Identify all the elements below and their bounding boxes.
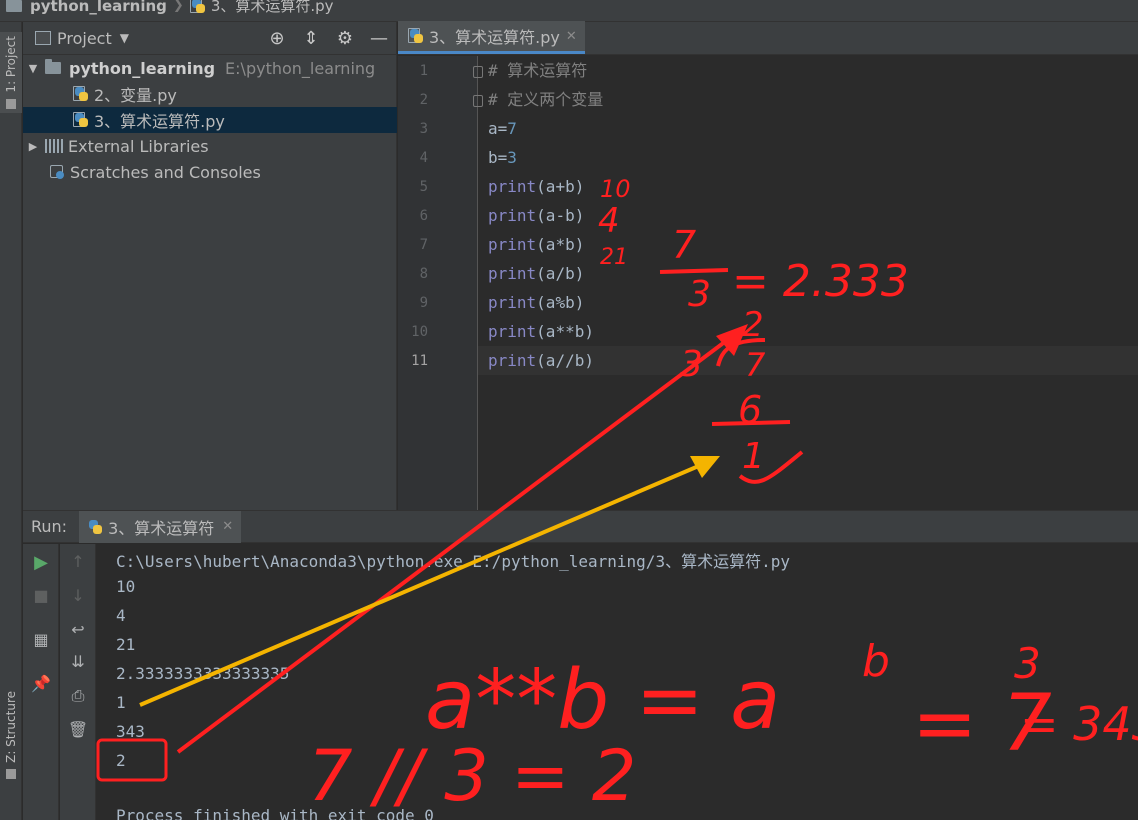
console-line: 1 (116, 693, 126, 712)
expand-right-icon[interactable]: ▶ (23, 140, 43, 153)
library-icon (45, 139, 63, 153)
code-line-11: print(a//b) (488, 351, 594, 370)
run-toolbar-secondary: ↑ ↓ ↩ ⇊ ⎙ 🗑 (60, 544, 96, 820)
trash-icon[interactable]: 🗑 (60, 720, 96, 739)
python-file-icon (73, 86, 89, 102)
editor-tab-suanshu[interactable]: 3、算术运算符.py ✕ (398, 21, 585, 54)
tree-file-suanshu[interactable]: 3、算术运算符.py (23, 107, 397, 133)
run-label: Run: (31, 517, 68, 536)
folder-icon (6, 0, 22, 12)
code-line-1: # 算术运算符 (488, 61, 588, 80)
hide-panel-icon[interactable]: — (370, 28, 388, 49)
soft-wrap-icon[interactable]: ↩ (60, 620, 96, 639)
console-exit-line: Process finished with exit code 0 (116, 806, 434, 820)
tree-external-libraries[interactable]: ▶ External Libraries (23, 133, 397, 159)
code-line-10: print(a**b) (488, 322, 594, 341)
tree-root[interactable]: ▼ python_learning E:\python_learning (23, 55, 397, 81)
line-number: 9 (419, 295, 428, 311)
structure-tool-icon (6, 768, 16, 779)
code-line-3: a=7 (488, 119, 517, 138)
console-line: 21 (116, 635, 136, 654)
collapse-all-icon[interactable]: ⇕ (302, 28, 320, 49)
scratches-icon (49, 164, 65, 180)
python-icon (87, 519, 103, 535)
arrow-down-icon[interactable]: ↓ (60, 586, 96, 605)
code-line-7: print(a*b) (488, 235, 585, 254)
code-line-9: print(a%b) (488, 293, 585, 312)
code-line-4: b=3 (488, 148, 517, 167)
line-number: 8 (419, 266, 428, 282)
code-line-6: print(a-b) (488, 206, 585, 225)
python-file-icon (408, 28, 424, 44)
line-number: 4 (419, 150, 428, 166)
fold-marker-icon[interactable] (473, 66, 483, 78)
line-number: 2 (419, 92, 428, 108)
print-icon[interactable]: ⎙ (60, 686, 96, 706)
console-command-line: C:\Users\hubert\Anaconda3\python.exe E:/… (116, 552, 790, 571)
code-line-8: print(a/b) (488, 264, 585, 283)
project-panel: Project ▼ ⊕ ⇕ ⚙ — ▼ python_learning E:\p… (23, 22, 397, 510)
code-line-2: # 定义两个变量 (488, 90, 604, 109)
run-tab[interactable]: 3、算术运算符 ✕ (79, 510, 242, 543)
stop-icon[interactable]: ■ (23, 586, 59, 605)
gear-icon[interactable]: ⚙ (336, 28, 354, 49)
close-icon[interactable]: ✕ (566, 29, 577, 44)
project-view-icon (35, 31, 51, 45)
rerun-icon[interactable]: ▶ (23, 552, 59, 573)
line-number: 7 (419, 237, 428, 253)
line-number: 3 (419, 121, 428, 137)
line-number-gutter: 1 2 3 4 5 6 7 8 9 10 11 (398, 56, 483, 510)
chevron-down-icon[interactable]: ▼ (120, 31, 129, 45)
layout-icon[interactable]: ▦ (23, 630, 59, 649)
breadcrumb-project[interactable]: python_learning (6, 0, 167, 15)
expand-down-icon[interactable]: ▼ (23, 62, 43, 75)
breadcrumb: python_learning ❯ 3、算术运算符.py (0, 0, 1138, 22)
console-line: 2 (116, 751, 126, 770)
editor-tab-bar: 3、算术运算符.py ✕ (398, 21, 1138, 55)
run-panel: Run: 3、算术运算符 ✕ ▶ ■ ▦ 📌 ↑ ↓ ↩ ⇊ ⎙ 🗑 C:\Us… (23, 510, 1138, 820)
tree-scratches[interactable]: Scratches and Consoles (23, 159, 397, 185)
chevron-right-icon: ❯ (172, 0, 184, 13)
tree-file-bianliang[interactable]: 2、变量.py (23, 81, 397, 107)
python-file-icon (189, 0, 206, 14)
folder-icon (45, 59, 61, 74)
python-file-icon (73, 112, 89, 128)
console-line: 10 (116, 577, 136, 596)
code-editor: 3、算术运算符.py ✕ 1 2 3 4 5 6 7 8 9 10 11 # 算… (398, 21, 1138, 510)
line-number: 10 (411, 324, 428, 340)
breadcrumb-file[interactable]: 3、算术运算符.py (189, 0, 334, 16)
line-number: 5 (419, 179, 428, 195)
locate-file-icon[interactable]: ⊕ (268, 28, 286, 49)
project-view-selector[interactable]: Project (57, 29, 112, 48)
arrow-up-icon[interactable]: ↑ (60, 552, 96, 571)
close-icon[interactable]: ✕ (222, 519, 233, 534)
console-line: 343 (116, 722, 145, 741)
line-number: 11 (411, 353, 428, 369)
console-line: 4 (116, 606, 126, 625)
project-tool-tab[interactable]: 1: Project (0, 32, 22, 113)
console-line: 2.3333333333333335 (116, 664, 290, 683)
project-panel-header: Project ▼ ⊕ ⇕ ⚙ — (23, 22, 396, 55)
structure-tool-tab[interactable]: Z: Structure (0, 687, 22, 783)
line-number: 6 (419, 208, 428, 224)
left-tool-strip: 1: Project Z: Structure (0, 22, 22, 820)
scroll-to-end-icon[interactable]: ⇊ (60, 652, 96, 671)
code-line-5: print(a+b) (488, 177, 585, 196)
pin-icon[interactable]: 📌 (23, 674, 59, 693)
fold-marker-icon[interactable] (473, 95, 483, 107)
line-number: 1 (419, 63, 428, 79)
project-tool-icon (6, 98, 16, 109)
run-toolbar-primary: ▶ ■ ▦ 📌 (23, 544, 59, 820)
run-panel-header: Run: 3、算术运算符 ✕ (23, 510, 1138, 543)
